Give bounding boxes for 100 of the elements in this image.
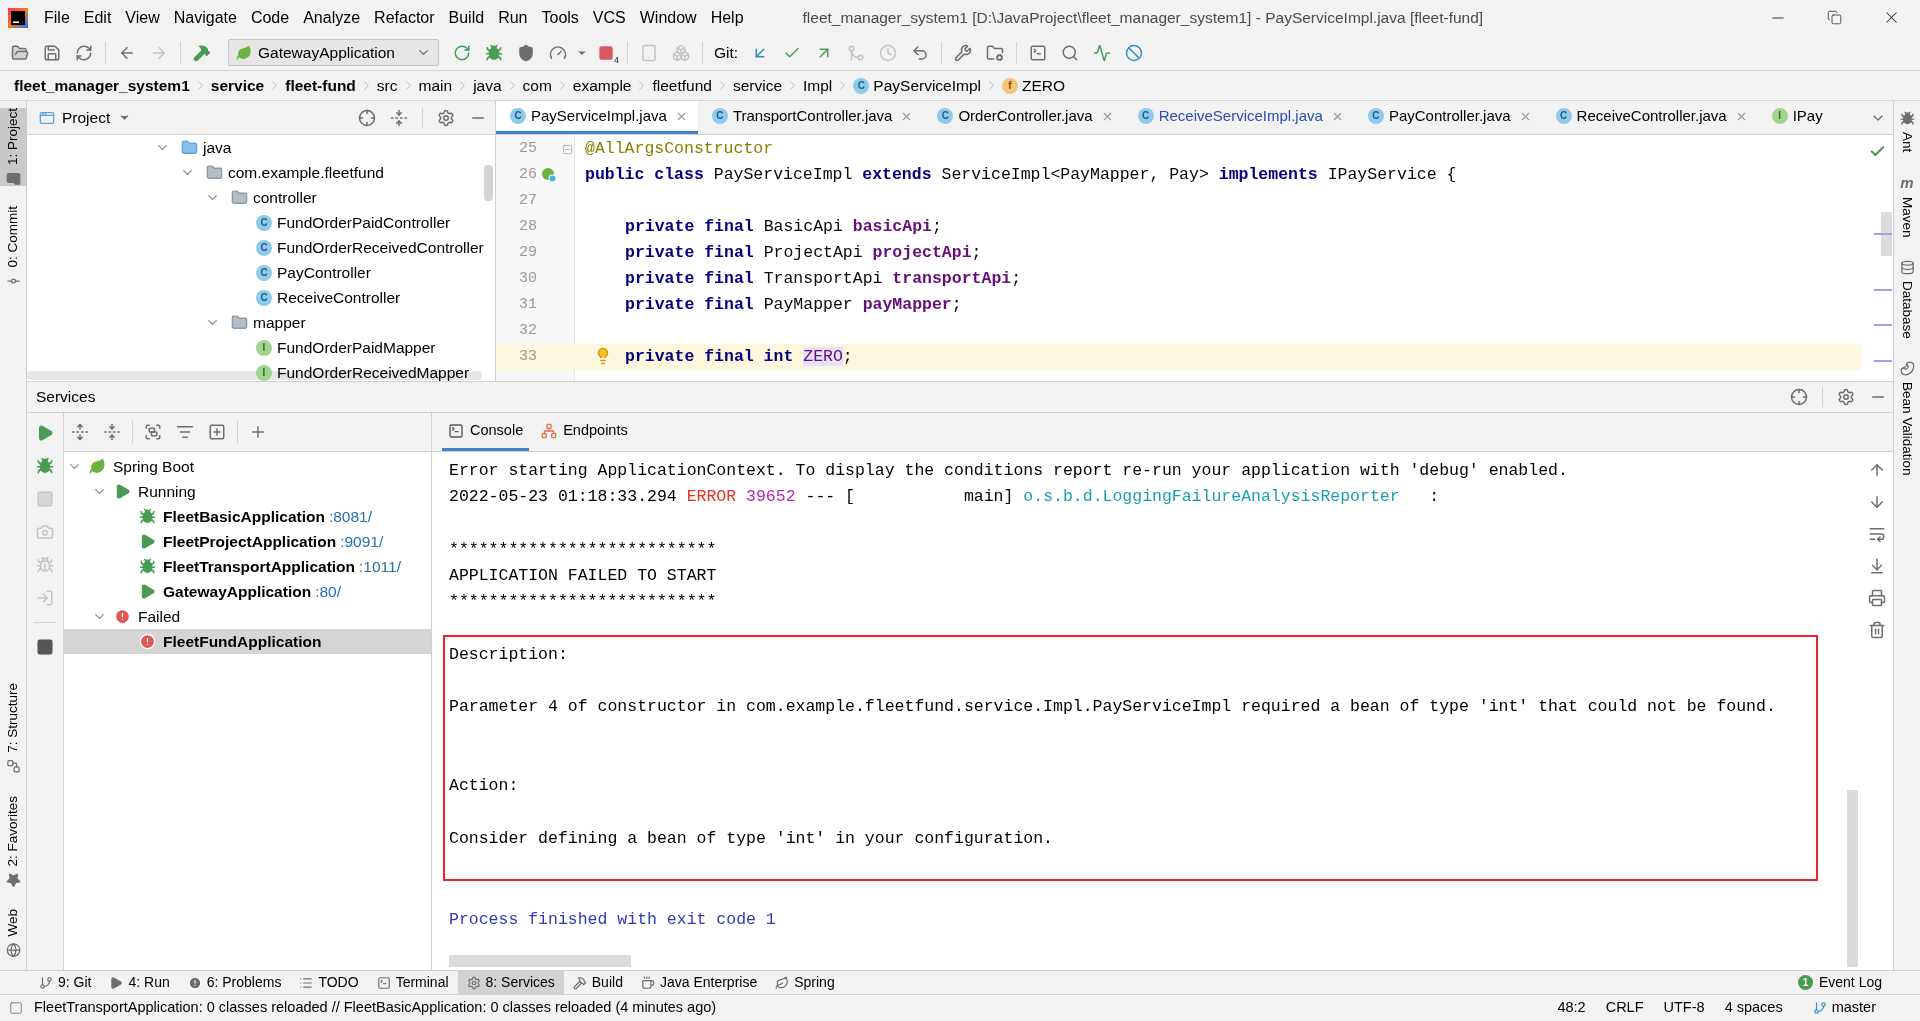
tool-window-tab[interactable]: m Maven	[1893, 174, 1920, 238]
breadcrumb-item[interactable]: f ZERO	[1002, 73, 1066, 98]
project-structure-icon[interactable]	[986, 43, 1005, 62]
tool-window-button[interactable]: TODO	[290, 971, 368, 994]
menu-item[interactable]: VCS	[585, 3, 633, 32]
expand-all-icon[interactable]	[71, 423, 89, 441]
line-separator-widget[interactable]: CRLF	[1605, 997, 1644, 1019]
breadcrumb-item[interactable]: service	[732, 73, 783, 98]
service-tree-item[interactable]: FleetProjectApplication :9091/	[64, 529, 431, 554]
new-tab-icon[interactable]	[208, 423, 226, 441]
collapse-all-icon[interactable]	[390, 108, 408, 127]
git-branch-widget[interactable]: master	[1812, 997, 1876, 1019]
project-view-dropdown[interactable]: Project	[62, 105, 132, 130]
tree-item[interactable]: I FundOrderReceivedMapper	[229, 360, 470, 381]
filter-icon[interactable]	[176, 423, 194, 441]
menu-item[interactable]: Refactor	[367, 3, 442, 32]
menu-item[interactable]: Analyze	[296, 3, 368, 32]
group-by-icon[interactable]	[144, 423, 162, 441]
print-icon[interactable]	[1867, 589, 1886, 607]
tool-window-tab[interactable]: Bean Validation	[1893, 360, 1920, 476]
event-log-button[interactable]: 1 Event Log	[1797, 971, 1882, 994]
encoding-widget[interactable]: UTF-8	[1663, 997, 1705, 1019]
service-tree-item[interactable]: FleetFundApplication	[64, 629, 431, 654]
hammer-icon[interactable]	[193, 43, 211, 62]
tool-window-tab[interactable]: 1: Project	[0, 108, 27, 187]
add-icon[interactable]	[249, 423, 267, 441]
service-tree-item[interactable]: Running	[64, 479, 431, 504]
tree-item[interactable]: C FundOrderReceivedController	[229, 235, 484, 260]
tool-window-tab[interactable]: 0: Commit	[0, 206, 27, 289]
search-icon[interactable]	[1061, 43, 1080, 62]
menu-item[interactable]: Edit	[76, 3, 119, 32]
tool-windows-toggle-icon[interactable]	[9, 1001, 23, 1015]
rollback-icon[interactable]	[911, 43, 930, 62]
breadcrumb-item[interactable]: src	[376, 73, 398, 98]
collapse-all-icon[interactable]	[103, 423, 121, 441]
breadcrumb-item[interactable]: java	[473, 73, 502, 98]
tool-window-button[interactable]: 4: Run	[100, 971, 179, 994]
menu-item[interactable]: Run	[491, 3, 535, 32]
breadcrumb-item[interactable]: fleet_manager_system1	[14, 73, 190, 98]
service-tree-item[interactable]: FleetBasicApplication :8081/	[64, 504, 431, 529]
tool-window-tab[interactable]: Web	[0, 909, 27, 958]
bug-icon[interactable]	[36, 457, 54, 475]
service-tree-item[interactable]: Spring Boot	[64, 454, 431, 479]
tool-window-button[interactable]: Java Enterprise	[631, 971, 767, 994]
shield-icon[interactable]	[517, 43, 535, 62]
tool-window-button[interactable]: Spring	[766, 971, 844, 994]
bug-icon[interactable]	[485, 43, 503, 62]
service-tree-item[interactable]: FleetTransportApplication :1011/	[64, 554, 431, 579]
tool-window-tab[interactable]: Database	[1893, 259, 1920, 339]
menu-item[interactable]: Tools	[534, 3, 586, 32]
fold-marker-icon[interactable]	[562, 143, 573, 155]
save-icon[interactable]	[43, 43, 61, 62]
ban-icon[interactable]	[1125, 43, 1144, 62]
tree-item[interactable]: C FundOrderPaidController	[229, 210, 451, 235]
editor-tab[interactable]: I IPay	[1757, 101, 1833, 134]
editor-tab[interactable]: C OrderController.java	[923, 101, 1124, 134]
terminal-icon[interactable]	[1029, 43, 1048, 62]
menu-item[interactable]: Build	[441, 3, 492, 32]
breadcrumb-item[interactable]: fleet-fund	[285, 73, 356, 98]
gauge-icon[interactable]	[549, 43, 567, 62]
breadcrumb-item[interactable]: Impl	[803, 73, 833, 98]
settings-icon[interactable]	[1837, 388, 1855, 406]
tool-window-button[interactable]: 6: Problems	[178, 971, 291, 994]
breadcrumb-item[interactable]: main	[418, 73, 453, 98]
service-tree-item[interactable]: GatewayApplication :80/	[64, 579, 431, 604]
tree-item[interactable]: com.example.fleetfund	[179, 160, 384, 185]
editor-tab[interactable]: C ReceiveServiceImpl.java	[1123, 101, 1354, 134]
soft-wrap-icon[interactable]	[1867, 525, 1886, 543]
menu-item[interactable]: Help	[703, 3, 751, 32]
service-tree-item[interactable]: Failed	[64, 604, 431, 629]
sync-icon[interactable]	[75, 43, 93, 62]
tool-window-button[interactable]: Terminal	[367, 971, 458, 994]
bean-gutter-icon[interactable]	[540, 167, 557, 183]
menu-item[interactable]: View	[118, 3, 167, 32]
menu-item[interactable]: Navigate	[166, 3, 244, 32]
tree-item[interactable]: I FundOrderPaidMapper	[229, 335, 436, 360]
tree-item[interactable]: C PayController	[229, 260, 371, 285]
editor-tab[interactable]: C TransportController.java	[697, 101, 924, 134]
open-folder-icon[interactable]	[11, 43, 29, 62]
editor-tab[interactable]: C PayController.java	[1353, 101, 1542, 134]
editor-tab[interactable]: C ReceiveController.java	[1541, 101, 1758, 134]
menu-item[interactable]: Window	[632, 3, 704, 32]
caret-position-widget[interactable]: 48:2	[1557, 997, 1586, 1019]
stop-square-icon[interactable]	[598, 44, 614, 61]
menu-item[interactable]: File	[37, 3, 77, 32]
console-tab[interactable]: Endpoints	[535, 413, 634, 451]
tool-window-button[interactable]: 9: Git	[30, 971, 101, 994]
editor-tab[interactable]: C PayServiceImpl.java	[496, 101, 698, 134]
stop-button[interactable]: 4	[590, 37, 622, 68]
restore-icon[interactable]	[1827, 10, 1842, 25]
tool-window-tab[interactable]: 7: Structure	[0, 683, 27, 774]
tool-window-tab[interactable]: Ant	[1893, 111, 1920, 153]
breadcrumb-item[interactable]: fleetfund	[652, 73, 712, 98]
tool-window-button[interactable]: 8: Services	[457, 971, 564, 994]
scrollbar-thumb[interactable]	[449, 955, 631, 967]
locate-icon[interactable]	[1790, 388, 1808, 406]
tree-item[interactable]: mapper	[204, 310, 306, 335]
breadcrumb-item[interactable]: example	[572, 73, 632, 98]
menu-item[interactable]: Code	[243, 3, 297, 32]
layout-icon[interactable]	[36, 638, 54, 656]
